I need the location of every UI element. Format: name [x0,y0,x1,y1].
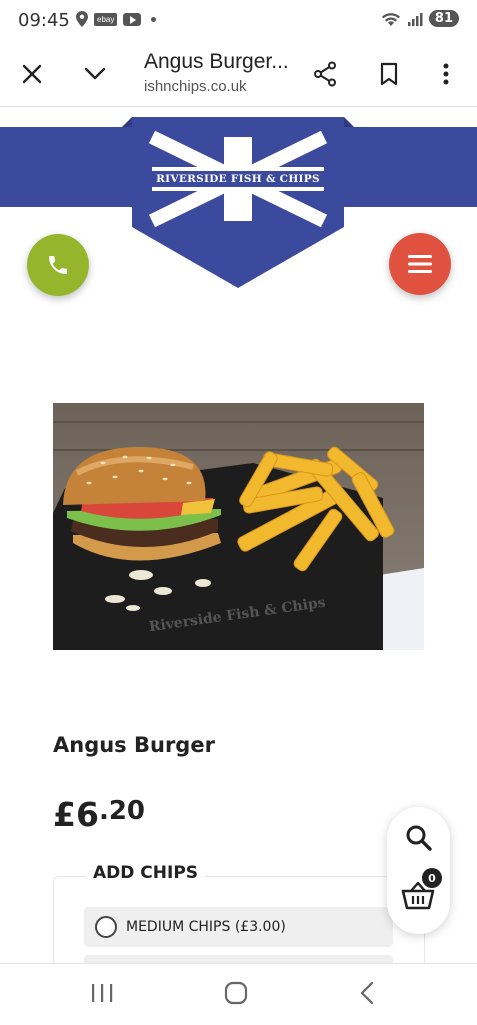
product-name: Angus Burger [53,733,215,757]
more-options-button[interactable] [428,56,464,92]
chevron-down-icon [84,67,106,80]
page-title: Angus Burger... [144,50,289,73]
product-image: Riverside Fish & Chips [53,403,424,650]
dot-icon [151,16,157,22]
signal-icon [407,12,423,26]
share-icon [314,61,336,87]
bookmark-icon [380,62,398,86]
floating-toolbar [387,807,450,934]
logo-shield-icon [122,117,354,288]
android-navigation-bar [0,963,477,1025]
recent-apps-button[interactable] [90,982,114,1009]
search-button[interactable] [405,824,433,857]
wifi-icon [381,12,400,26]
menu-button[interactable] [389,233,451,295]
radio-button[interactable] [95,916,117,938]
back-icon [360,981,374,1005]
home-icon [224,981,248,1005]
bookmark-button[interactable] [371,56,407,92]
battery-indicator: 81 [428,10,459,27]
close-button[interactable] [14,56,50,92]
logo-text: RIVERSIDE FISH & CHIPS [156,173,320,185]
site-logo[interactable]: RIVERSIDE FISH & CHIPS [122,117,354,294]
basket-count-badge: 0 [422,868,442,888]
status-time: 09:45 [18,10,70,31]
search-icon [406,825,432,851]
location-icon [76,11,88,27]
product-price: £6.20 [53,795,145,834]
ebay-icon: ebay [94,12,118,26]
home-button[interactable] [224,981,248,1010]
collapse-button[interactable] [77,56,113,92]
notification-icons: ebay [76,11,157,27]
price-major: £6 [53,795,99,834]
hamburger-menu-icon [408,255,432,273]
phone-icon [49,256,67,274]
back-button[interactable] [358,981,378,1010]
more-vert-icon [443,63,449,85]
share-button[interactable] [307,56,343,92]
recent-apps-icon [92,984,113,1002]
youtube-icon [123,12,142,26]
browser-toolbar: Angus Burger... ishnchips.co.uk [0,42,477,107]
call-button[interactable] [27,234,89,296]
burger-and-chips-photo: Riverside Fish & Chips [53,403,424,650]
option-label: MEDIUM CHIPS (£3.00) [126,919,286,935]
page-domain: ishnchips.co.uk [144,78,247,95]
options-title: ADD CHIPS [86,863,206,883]
option-medium-chips[interactable]: MEDIUM CHIPS (£3.00) [84,907,393,947]
price-minor: .20 [98,796,145,826]
system-icons: 81 [381,10,459,27]
close-icon [22,64,42,84]
status-bar: 09:45 ebay 81 [0,0,477,42]
